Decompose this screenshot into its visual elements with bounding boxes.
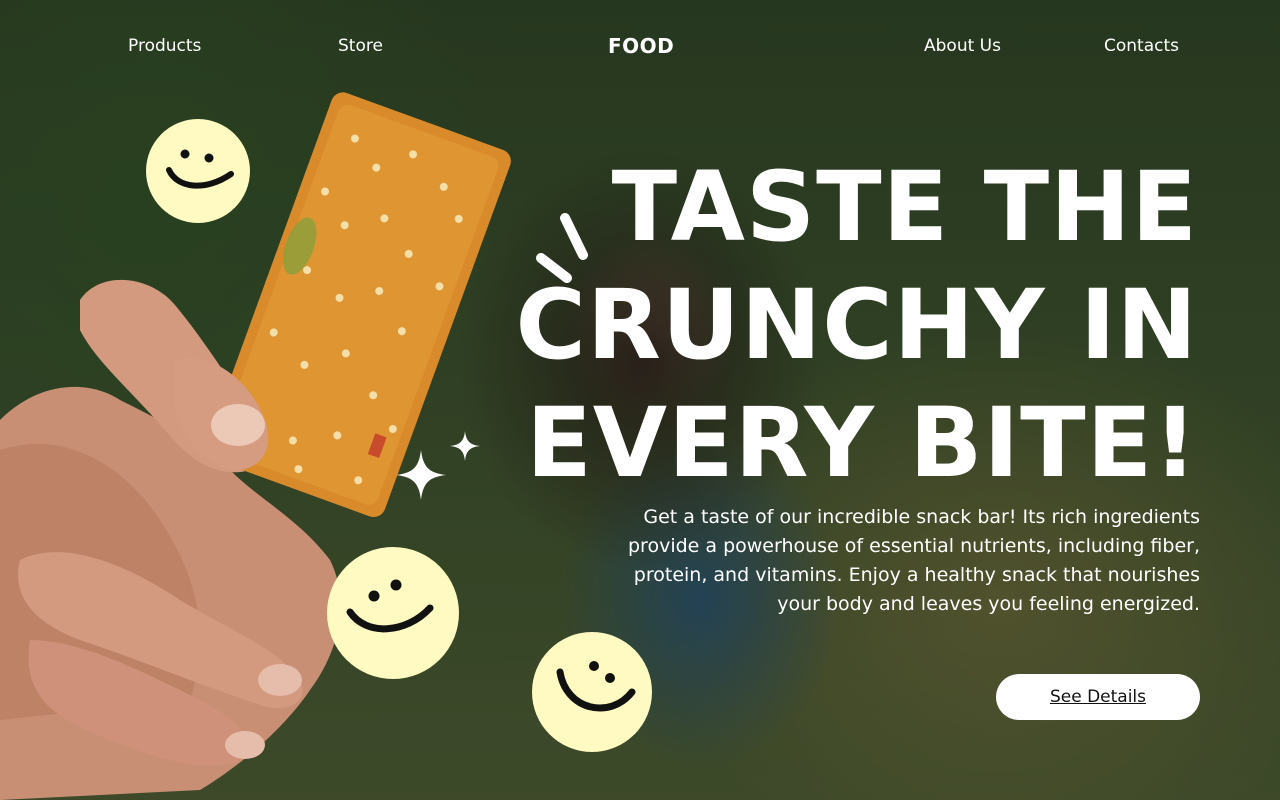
headline-line: CRUNCHY IN <box>515 269 1198 381</box>
hero-headline: TASTE THE CRUNCHY IN EVERY BITE! <box>498 148 1198 502</box>
nav-link-store[interactable]: Store <box>338 36 383 56</box>
smiley-icon <box>532 632 652 752</box>
hero-description: Get a taste of our incredible snack bar!… <box>628 506 1200 615</box>
headline-line: TASTE THE <box>611 151 1198 263</box>
sparkle-icon <box>450 431 480 461</box>
sparkle-icon <box>396 450 446 500</box>
nav-link-contacts[interactable]: Contacts <box>1104 36 1179 56</box>
nav-link-products[interactable]: Products <box>128 36 201 56</box>
nav-link-about-us[interactable]: About Us <box>924 36 1001 56</box>
see-details-button[interactable]: See Details <box>996 674 1200 720</box>
headline-line: EVERY BITE! <box>526 387 1198 499</box>
smiley-icon <box>327 547 459 679</box>
smiley-icon <box>146 119 250 223</box>
site-logo[interactable]: FOOD <box>608 34 674 58</box>
